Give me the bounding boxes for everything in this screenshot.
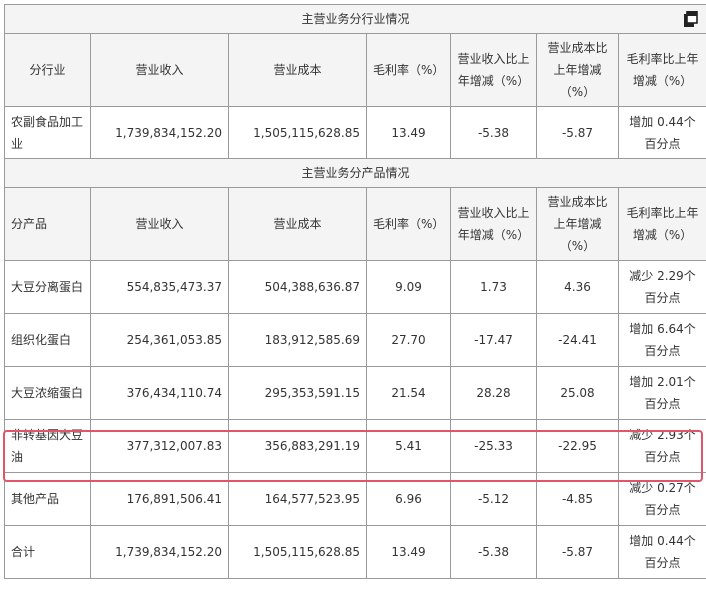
col-header: 营业成本 — [228, 187, 367, 261]
cell-cost-change: -22.95 — [536, 419, 619, 473]
cell-revenue-change: 28.28 — [450, 366, 537, 420]
cell-revenue-change: -17.47 — [450, 313, 537, 367]
cell-margin: 13.49 — [366, 106, 451, 159]
cell-revenue: 377,312,007.83 — [90, 419, 229, 473]
table-row: 组织化蛋白 254,361,053.85 183,912,585.69 27.7… — [4, 313, 706, 367]
cell-margin: 9.09 — [366, 260, 451, 314]
cell-revenue: 376,434,110.74 — [90, 366, 229, 420]
col-header: 营业成本比上年增减（%） — [536, 187, 619, 261]
col-header: 毛利率（%） — [366, 33, 451, 107]
cell-revenue-change: -5.12 — [450, 472, 537, 526]
cell-margin-change: 减少 2.93个百分点 — [617, 419, 706, 473]
cell-margin: 5.41 — [366, 419, 451, 473]
col-header: 营业收入 — [90, 187, 229, 261]
col-header: 毛利率比上年增减（%） — [617, 33, 706, 107]
row-label: 组织化蛋白 — [4, 313, 91, 367]
col-header: 营业收入比上年增减（%） — [450, 33, 537, 107]
cell-revenue-change: -25.33 — [450, 419, 537, 473]
cell-revenue-change: 1.73 — [450, 260, 537, 314]
row-label: 合计 — [4, 525, 91, 579]
row-label: 大豆分离蛋白 — [4, 260, 91, 314]
cell-cost: 1,505,115,628.85 — [228, 525, 367, 579]
cell-margin: 6.96 — [366, 472, 451, 526]
cell-revenue: 554,835,473.37 — [90, 260, 229, 314]
cell-margin-change: 增加 6.64个百分点 — [617, 313, 706, 367]
cell-cost: 504,388,636.87 — [228, 260, 367, 314]
cell-cost: 183,912,585.69 — [228, 313, 367, 367]
cell-revenue-change: -5.38 — [450, 525, 537, 579]
cell-margin-change: 增加 2.01个百分点 — [617, 366, 706, 420]
section-title-industry: 主营业务分行业情况 — [301, 12, 410, 26]
cell-margin-change: 减少 0.27个百分点 — [617, 472, 706, 526]
cell-revenue-change: -5.38 — [450, 106, 537, 159]
col-header: 营业成本比上年增减（%） — [536, 33, 619, 107]
copy-icon[interactable] — [684, 11, 698, 27]
cell-revenue: 1,739,834,152.20 — [90, 525, 229, 579]
table-row-highlighted: 非转基因大豆油 377,312,007.83 356,883,291.19 5.… — [4, 419, 706, 473]
cell-cost-change: 4.36 — [536, 260, 619, 314]
cell-margin: 27.70 — [366, 313, 451, 367]
cell-cost: 356,883,291.19 — [228, 419, 367, 473]
table-row: 农副食品加工业 1,739,834,152.20 1,505,115,628.8… — [4, 106, 706, 159]
cell-margin-change: 减少 2.29个百分点 — [617, 260, 706, 314]
cell-cost-change: -5.87 — [536, 525, 619, 579]
table-row: 大豆浓缩蛋白 376,434,110.74 295,353,591.15 21.… — [4, 366, 706, 420]
cell-cost-change: -4.85 — [536, 472, 619, 526]
cell-cost: 295,353,591.15 — [228, 366, 367, 420]
col-header: 营业成本 — [228, 33, 367, 107]
product-section-header: 主营业务分产品情况 — [3, 158, 706, 188]
row-label: 非转基因大豆油 — [4, 419, 91, 473]
cell-cost-change: -24.41 — [536, 313, 619, 367]
col-header: 分行业 — [4, 33, 91, 107]
cell-cost-change: -5.87 — [536, 106, 619, 159]
section-title-product: 主营业务分产品情况 — [3, 158, 706, 188]
col-header: 营业收入比上年增减（%） — [450, 187, 537, 261]
cell-revenue: 254,361,053.85 — [90, 313, 229, 367]
col-header: 分产品 — [4, 187, 91, 261]
table-row: 大豆分离蛋白 554,835,473.37 504,388,636.87 9.0… — [4, 260, 706, 314]
cell-cost: 1,505,115,628.85 — [228, 106, 367, 159]
row-label: 农副食品加工业 — [4, 106, 91, 159]
cell-margin: 21.54 — [366, 366, 451, 420]
industry-column-headers: 分行业 营业收入 营业成本 毛利率（%） 营业收入比上年增减（%） 营业成本比上… — [4, 33, 706, 107]
cell-margin-change: 增加 0.44个百分点 — [617, 525, 706, 579]
product-column-headers: 分产品 营业收入 营业成本 毛利率（%） 营业收入比上年增减（%） 营业成本比上… — [4, 187, 706, 261]
business-table: 主营业务分行业情况 分行业 营业收入 营业成本 毛利率（%） 营业收入比上年增减… — [3, 4, 706, 579]
row-label: 其他产品 — [4, 472, 91, 526]
col-header: 营业收入 — [90, 33, 229, 107]
table-row: 其他产品 176,891,506.41 164,577,523.95 6.96 … — [4, 472, 706, 526]
table-row-total: 合计 1,739,834,152.20 1,505,115,628.85 13.… — [4, 525, 706, 579]
col-header: 毛利率比上年增减（%） — [617, 187, 706, 261]
cell-revenue: 176,891,506.41 — [90, 472, 229, 526]
cell-margin: 13.49 — [366, 525, 451, 579]
row-label: 大豆浓缩蛋白 — [4, 366, 91, 420]
cell-cost-change: 25.08 — [536, 366, 619, 420]
cell-revenue: 1,739,834,152.20 — [90, 106, 229, 159]
cell-margin-change: 增加 0.44个百分点 — [617, 106, 706, 159]
cell-cost: 164,577,523.95 — [228, 472, 367, 526]
report-table-container: 主营业务分行业情况 分行业 营业收入 营业成本 毛利率（%） 营业收入比上年增减… — [0, 0, 706, 591]
col-header: 毛利率（%） — [366, 187, 451, 261]
industry-section-header: 主营业务分行业情况 — [3, 4, 706, 34]
